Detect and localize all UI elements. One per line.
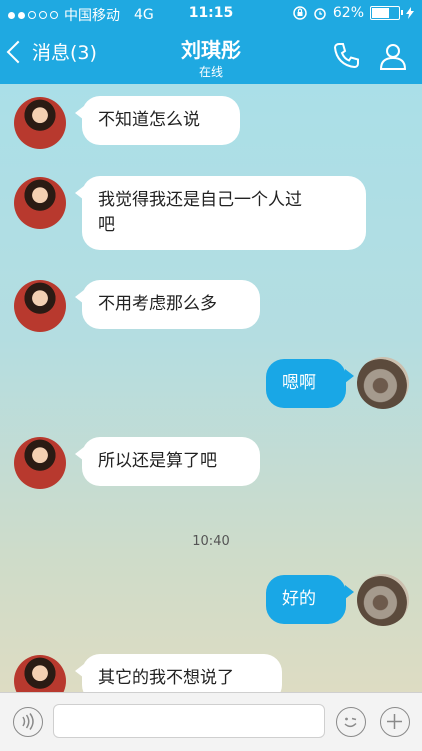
contact-icon[interactable] <box>377 40 409 72</box>
emoji-icon <box>344 717 357 728</box>
status-bar: 中国移动 4G 11:15 62% <box>0 0 422 28</box>
phone-icon[interactable] <box>330 40 362 72</box>
message-bubble[interactable]: 好的 <box>266 575 354 624</box>
message-bubble[interactable]: 所以还是算了吧 <box>75 437 260 486</box>
top-bar: 中国移动 4G 11:15 62% 消息(3) 刘琪彤 在线 <box>0 0 422 84</box>
add-button[interactable] <box>380 707 410 737</box>
alarm-icon <box>314 8 326 20</box>
avatar[interactable] <box>357 357 409 409</box>
avatar[interactable] <box>14 280 66 332</box>
add-icon <box>387 714 402 729</box>
battery-percent: 62% <box>332 5 364 21</box>
message-timestamp: 10:40 <box>192 534 230 549</box>
avatar[interactable] <box>14 437 66 489</box>
voice-icon <box>22 713 34 730</box>
message-bubble[interactable]: 我觉得我还是自己一个人过 吧 <box>75 176 366 250</box>
orientation-lock-icon <box>293 6 307 20</box>
message-bubble[interactable]: 不知道怎么说 <box>75 96 240 145</box>
input-bar <box>0 692 422 751</box>
message-bubble[interactable]: 嗯啊 <box>266 359 354 408</box>
avatar[interactable] <box>14 177 66 229</box>
charging-icon <box>406 7 414 19</box>
battery-icon <box>370 6 403 20</box>
voice-button[interactable] <box>13 707 43 737</box>
avatar[interactable] <box>357 574 409 626</box>
message-input[interactable] <box>53 704 325 738</box>
avatar[interactable] <box>14 97 66 149</box>
message-bubble[interactable]: 不用考虑那么多 <box>75 280 260 329</box>
emoji-button[interactable] <box>336 707 366 737</box>
